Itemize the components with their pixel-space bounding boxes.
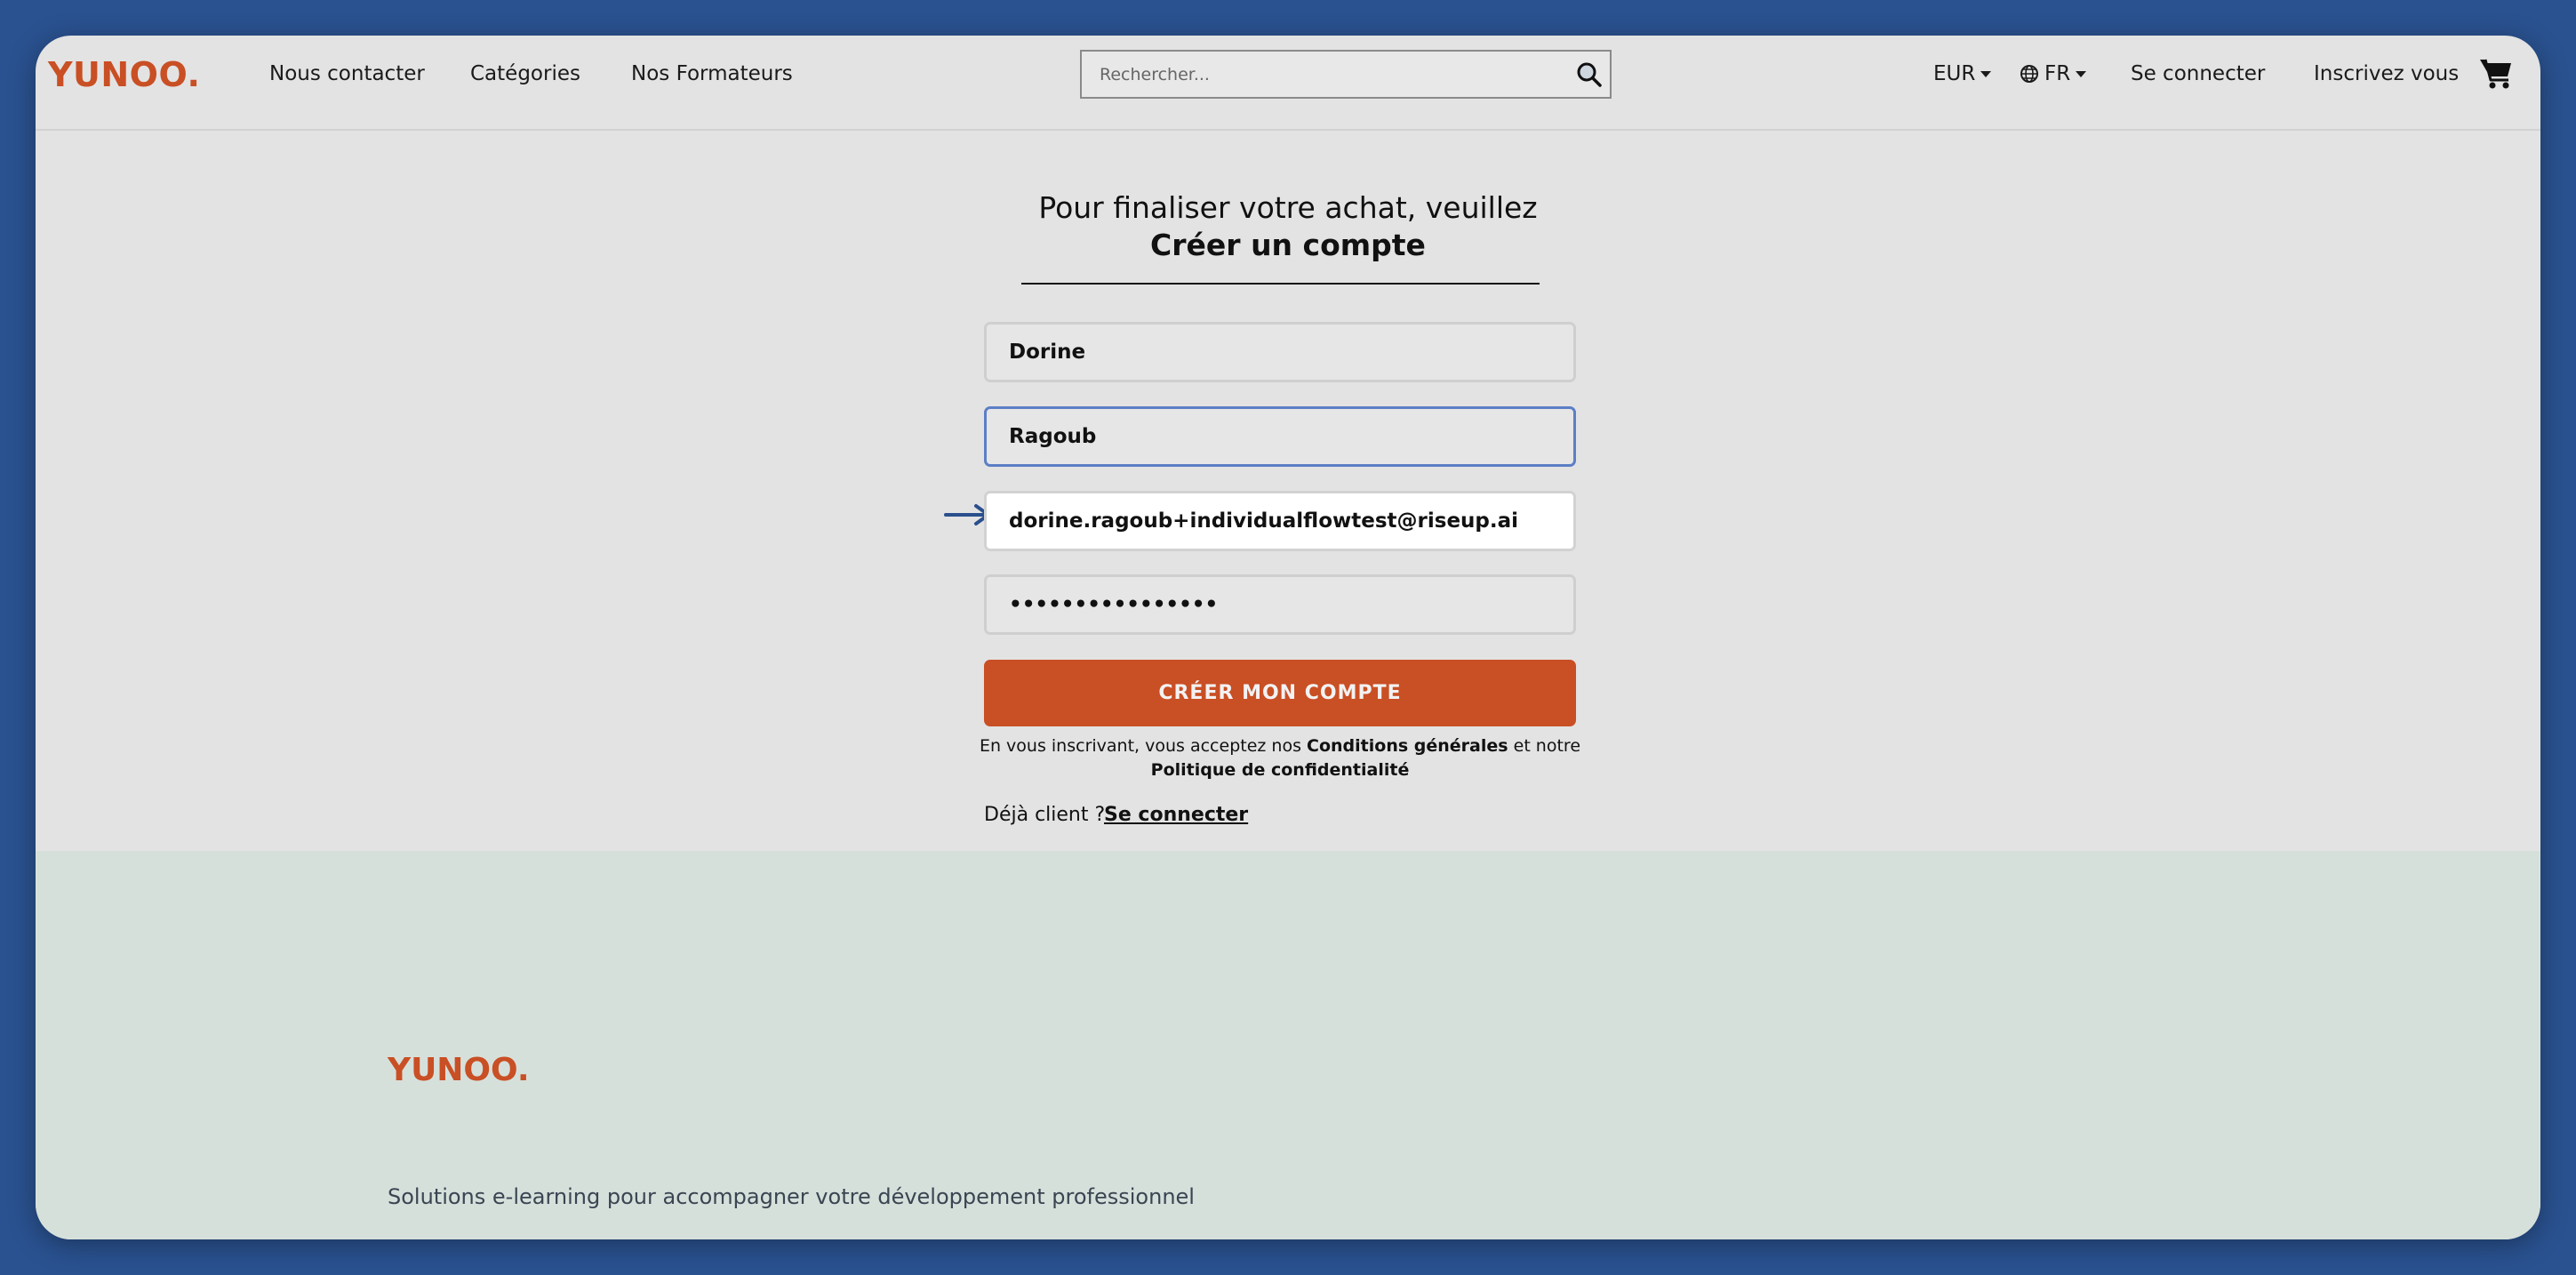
- terms-middle: et notre: [1513, 736, 1581, 756]
- terms-conditions-link[interactable]: Conditions générales: [1307, 736, 1508, 756]
- first-name-field[interactable]: [984, 322, 1576, 382]
- language-label: FR: [2044, 62, 2071, 85]
- site-logo[interactable]: YUNOO.: [48, 55, 200, 94]
- nav-contact[interactable]: Nous contacter: [269, 62, 425, 85]
- form-title-line1: Pour finaliser votre achat, veuillez: [1038, 190, 1538, 225]
- form-login-link[interactable]: Se connecter: [1104, 804, 1248, 826]
- terms-line1: En vous inscrivant, vous acceptez nos Co…: [960, 736, 1600, 756]
- header-signup-link[interactable]: Inscrivez vous: [2314, 62, 2459, 85]
- search-icon[interactable]: [1576, 61, 1603, 88]
- site-header: YUNOO. Nous contacter Catégories Nos For…: [36, 36, 2540, 131]
- footer-logo: YUNOO.: [388, 1052, 530, 1088]
- nav-categories[interactable]: Catégories: [470, 62, 580, 85]
- search-input[interactable]: [1082, 52, 1562, 97]
- last-name-field[interactable]: [984, 406, 1576, 467]
- chevron-down-icon: [1980, 70, 1992, 77]
- password-field[interactable]: [984, 574, 1576, 635]
- title-divider: [1021, 283, 1540, 285]
- currency-dropdown[interactable]: EUR: [1933, 62, 1992, 85]
- email-field[interactable]: [984, 491, 1576, 551]
- privacy-policy-link[interactable]: Politique de confidentialité: [1151, 760, 1410, 780]
- currency-label: EUR: [1933, 62, 1976, 85]
- terms-prefix: En vous inscrivant, vous acceptez nos: [979, 736, 1301, 756]
- footer-tagline: Solutions e-learning pour accompagner vo…: [388, 1184, 1195, 1209]
- search-box: [1080, 50, 1612, 99]
- browser-frame: YUNOO. Nous contacter Catégories Nos For…: [36, 36, 2540, 1239]
- globe-icon: [2020, 65, 2038, 83]
- already-client-label: Déjà client ?: [984, 804, 1106, 826]
- cart-icon[interactable]: [2478, 55, 2514, 91]
- chevron-down-icon: [2076, 70, 2087, 77]
- nav-trainers[interactable]: Nos Formateurs: [631, 62, 793, 85]
- site-footer: YUNOO. Solutions e-learning pour accompa…: [36, 851, 2540, 1239]
- form-title-line2: Créer un compte: [1150, 228, 1426, 262]
- language-dropdown[interactable]: FR: [2020, 62, 2087, 85]
- header-login-link[interactable]: Se connecter: [2131, 62, 2265, 85]
- create-account-button[interactable]: CRÉER MON COMPTE: [984, 660, 1576, 726]
- terms-line2: Politique de confidentialité: [960, 760, 1600, 780]
